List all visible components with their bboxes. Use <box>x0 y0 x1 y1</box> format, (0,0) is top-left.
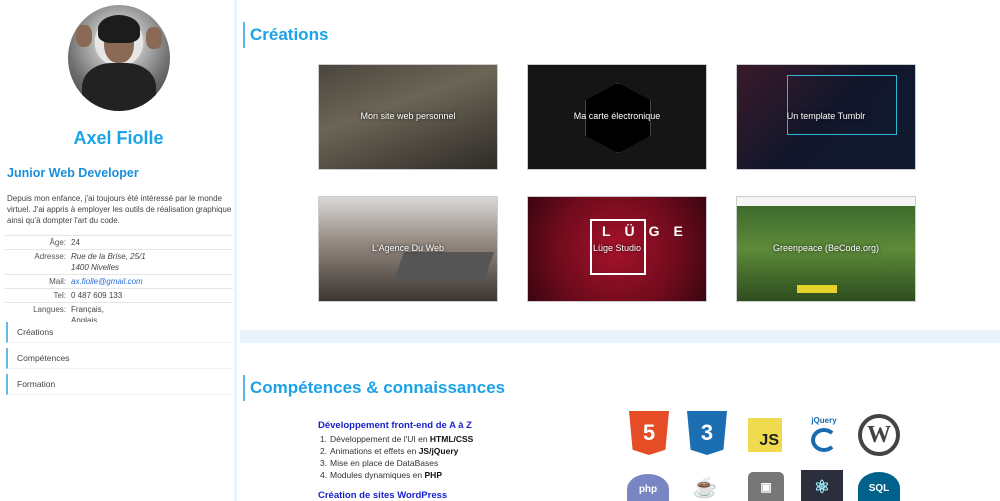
java-icon: ☕ <box>692 476 718 499</box>
list-item: 4. Modules dynamiques en PHP <box>320 470 442 480</box>
address-value: Rue de la Brise, 25/1 1400 Nivelles <box>71 251 146 273</box>
lang-1: Français, <box>71 305 104 314</box>
laptop-shape <box>393 252 495 280</box>
competences-title: Compétences & connaissances <box>243 375 505 401</box>
address-line1: Rue de la Brise, 25/1 <box>71 252 146 261</box>
address-line2: 1400 Nivelles <box>71 263 120 272</box>
mysql-icon: SQL <box>858 472 900 501</box>
nav-item-formation[interactable]: Formation <box>6 374 232 395</box>
sidebar-nav: Créations Compétences Formation <box>6 322 232 400</box>
creation-card-tumblr[interactable]: Un template Tumblr <box>736 64 916 170</box>
mail-link[interactable]: ax.fiolle@gmail.com <box>71 277 143 286</box>
creation-label: L'Agence Du Web <box>371 243 445 253</box>
address-label: Adresse: <box>34 252 66 261</box>
github-icon: ▣ <box>748 472 784 501</box>
list-item: 2. Animations et effets en JS/jQuery <box>320 446 459 456</box>
profile-role: Junior Web Developer <box>7 166 139 180</box>
nav-item-competences[interactable]: Compétences <box>6 348 232 369</box>
creation-card-agence[interactable]: L'Agence Du Web <box>318 196 498 302</box>
electron-icon: ⚛ <box>801 470 843 501</box>
mail-label: Mail: <box>49 277 66 286</box>
list-item: 3. Mise en place de DataBases <box>320 458 439 468</box>
list-item: 1. Développement de l'UI en HTML/CSS <box>320 434 474 444</box>
age-label: Âge: <box>49 238 66 247</box>
wordpress-icon: W <box>858 414 900 456</box>
tel-label: Tel: <box>53 291 66 300</box>
creation-card-greenpeace[interactable]: Greenpeace (BeCode.org) <box>736 196 916 302</box>
creation-label: Greenpeace (BeCode.org) <box>772 243 880 253</box>
luge-logo-letters: LÜGE <box>602 223 697 239</box>
avatar <box>68 5 170 111</box>
wordpress-title: Création de sites WordPress <box>318 490 448 501</box>
frontend-list: 1. Développement de l'UI en HTML/CSS 2. An… <box>320 433 473 481</box>
profile-info: Âge: 24 Adresse: Rue de la Brise, 25/1 1… <box>5 235 233 327</box>
creation-card-ecard[interactable]: Ma carte électronique <box>527 64 707 170</box>
tel-value: 0 487 609 133 <box>71 291 123 300</box>
creations-title: Créations <box>243 22 328 48</box>
html5-icon: 5 <box>629 411 669 455</box>
sidebar: Axel Fiolle Junior Web Developer Depuis … <box>0 0 237 501</box>
thumb-button-shape <box>797 285 837 293</box>
nav-item-creations[interactable]: Créations <box>6 322 232 343</box>
screen-shape <box>787 75 897 135</box>
creation-card-luge[interactable]: LÜGE Lüge Studio <box>527 196 707 302</box>
jquery-icon: jQuery <box>803 412 845 456</box>
section-divider <box>240 330 1000 343</box>
creation-label: Mon site web personnel <box>360 111 456 121</box>
javascript-icon: JS <box>748 418 782 452</box>
creation-label: Lüge Studio <box>592 243 642 253</box>
age-value: 24 <box>71 238 80 247</box>
css3-icon: 3 <box>687 411 727 455</box>
frontend-title: Développement front-end de A à Z <box>318 420 472 431</box>
creation-label: Un template Tumblr <box>786 111 866 121</box>
profile-bio: Depuis mon enfance, j'ai toujours été in… <box>7 194 232 225</box>
creation-label: Ma carte électronique <box>573 111 661 121</box>
creation-card-personal-site[interactable]: Mon site web personnel <box>318 64 498 170</box>
php-icon: php <box>627 474 669 501</box>
profile-name: Axel Fiolle <box>73 128 164 148</box>
